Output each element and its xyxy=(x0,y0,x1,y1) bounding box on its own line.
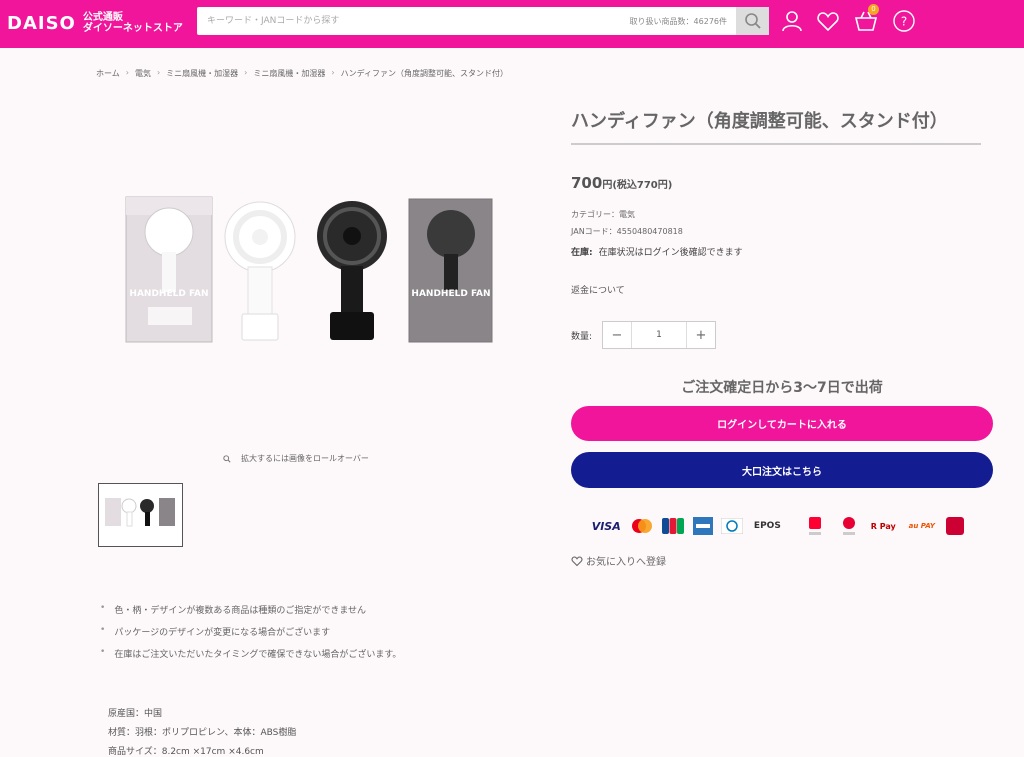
note-item: • パッケージのデザインが変更になる場合がございます xyxy=(100,625,401,647)
gray-box-label: HANDHELD FAN xyxy=(411,289,490,299)
black-fan xyxy=(317,201,387,340)
account-button[interactable] xyxy=(779,8,805,34)
quantity-decrease-button[interactable]: − xyxy=(603,322,631,348)
white-box-label: HANDHELD FAN xyxy=(129,289,208,299)
search-input[interactable] xyxy=(197,7,617,35)
price-value: 700 xyxy=(571,174,603,192)
visa-icon: VISA xyxy=(591,515,621,537)
breadcrumb-item[interactable]: ミニ扇風機・加湿器 xyxy=(166,68,238,79)
user-icon xyxy=(782,11,802,32)
breadcrumb-separator: › xyxy=(244,68,248,77)
breadcrumb-separator: › xyxy=(125,68,129,77)
quantity-increase-button[interactable]: + xyxy=(687,322,715,348)
search-bar: 取り扱い商品数：46276件 xyxy=(197,7,769,35)
note-item: • 色・柄・デザインが複数ある商品は種類のご指定ができません xyxy=(100,603,401,625)
search-product-count: 取り扱い商品数：46276件 xyxy=(629,17,727,26)
product-photo: HANDHELD FAN HANDHELD FAN xyxy=(125,196,493,343)
epos-label: EPOS xyxy=(753,521,781,531)
note-text: 在庫はご注文いただいたタイミングで確保できない場合がございます。 xyxy=(114,650,402,660)
white-fan-box: HANDHELD FAN xyxy=(125,196,213,343)
bulk-order-button[interactable]: 大口注文はこちら xyxy=(571,452,993,488)
cart-count-badge: 0 xyxy=(868,4,879,15)
help-button[interactable]: ? xyxy=(891,8,917,34)
breadcrumb-item[interactable]: ホーム xyxy=(96,68,120,79)
visa-label: VISA xyxy=(591,519,621,533)
zoom-hint: 拡大するには画像をロールオーバー xyxy=(223,453,369,464)
heart-icon xyxy=(817,12,839,32)
login-add-to-cart-button[interactable]: ログインしてカートに入れる xyxy=(571,406,993,441)
magnifier-icon xyxy=(223,454,231,463)
logo-line-1: 公式通販 xyxy=(82,12,123,23)
quantity-label: 数量: xyxy=(571,332,593,342)
spec-size: 商品サイズ：8.2cm ×17cm ×4.6cm xyxy=(108,747,264,757)
breadcrumb-item[interactable]: 電気 xyxy=(135,68,151,79)
title-divider xyxy=(571,143,981,145)
black-fan-box: HANDHELD FAN xyxy=(408,198,493,343)
breadcrumb-current: ハンディファン（角度調整可能、スタンド付） xyxy=(340,69,509,78)
quantity-input[interactable]: 1 xyxy=(631,322,687,348)
au-pay-icon: au PAY xyxy=(906,515,938,537)
note-text: 色・柄・デザインが複数ある商品は種類のご指定ができません xyxy=(114,606,367,616)
cart-button[interactable]: 0 xyxy=(853,4,879,34)
product-image[interactable]: HANDHELD FAN HANDHELD FAN xyxy=(96,112,520,436)
spec-material: 材質：羽根：ポリプロピレン、本体：ABS樹脂 xyxy=(108,728,297,738)
help-icon: ? xyxy=(893,10,915,32)
stock-status: 在庫: 在庫状況はログイン後確認できます xyxy=(571,245,743,258)
search-button[interactable] xyxy=(736,7,769,35)
favorites-button[interactable] xyxy=(815,8,841,34)
product-notes: • 色・柄・デザインが複数ある商品は種類のご指定ができません • パッケージのデザイ… xyxy=(100,603,401,669)
thumbnail-image xyxy=(105,498,175,527)
white-fan xyxy=(224,201,296,341)
favorites-label: お気に入りへ登録 xyxy=(586,557,666,568)
price-unit: 円 xyxy=(602,180,613,191)
logo-subtitle: 公式通販 ダイソーネットストア xyxy=(83,12,183,34)
search-icon xyxy=(744,13,761,29)
breadcrumb: ホーム › 電気 › ミニ扇風機・加湿器 › ミニ扇風機・加湿器 › ハンディファン（角… xyxy=(96,68,508,79)
diners-icon xyxy=(721,515,744,537)
logo-line-2: ダイソーネットストア xyxy=(82,23,183,34)
aupay-label: au PAY xyxy=(908,522,935,530)
logo-mark: DAISO xyxy=(7,12,76,34)
d-barai-icon xyxy=(946,515,965,537)
breadcrumb-item[interactable]: ミニ扇風機・加湿器 xyxy=(253,68,325,79)
stock-label: 在庫: xyxy=(571,248,593,258)
product-category: カテゴリー：電気 xyxy=(571,210,635,219)
price-tax-included: (税込770円) xyxy=(612,180,673,191)
breadcrumb-separator: › xyxy=(331,68,335,77)
product-title: ハンディファン（角度調整可能、スタンド付） xyxy=(571,111,948,132)
epos-icon: EPOS xyxy=(751,515,783,537)
mastercard-icon xyxy=(629,515,654,537)
product-specs: 原産国：中国 材質：羽根：ポリプロピレン、本体：ABS樹脂 商品サイズ：8.2c… xyxy=(108,706,296,757)
site-logo[interactable]: DAISO 公式通販 ダイソーネットストア xyxy=(7,11,183,35)
heart-outline-icon xyxy=(571,555,583,566)
product-jan-code: JANコード：4550480470818 xyxy=(571,227,683,236)
product-price: 700円(税込770円) xyxy=(571,173,672,192)
shipping-estimate: ご注文確定日から3〜7日で出荷 xyxy=(681,380,883,396)
payment-methods: VISA EPOS R Pay au PAY xyxy=(591,514,973,538)
note-text: パッケージのデザインが変更になる場合がございます xyxy=(114,628,331,638)
rpay-label: R Pay xyxy=(870,521,896,531)
stock-value: 在庫状況はログイン後確認できます xyxy=(598,248,743,258)
product-thumbnail[interactable] xyxy=(98,483,183,547)
jcb-icon xyxy=(662,515,685,537)
dpay-icon xyxy=(836,515,861,537)
spec-origin: 原産国：中国 xyxy=(108,709,163,719)
amex-icon xyxy=(692,515,713,537)
refund-link[interactable]: 返金について xyxy=(571,283,625,296)
zoom-hint-text: 拡大するには画像をロールオーバー xyxy=(241,454,369,463)
breadcrumb-separator: › xyxy=(156,68,161,77)
note-item: • 在庫はご注文いただいたタイミングで確保できない場合がございます。 xyxy=(100,647,401,669)
paypay-icon xyxy=(802,515,829,537)
site-header: DAISO 公式通販 ダイソーネットストア 取り扱い商品数：46276件 0 ? xyxy=(0,0,1024,48)
quantity-stepper: − 1 + xyxy=(602,321,716,349)
add-to-favorites-link[interactable]: お気に入りへ登録 xyxy=(571,553,666,568)
svg-text:?: ? xyxy=(901,15,907,29)
rakuten-pay-icon: R Pay xyxy=(869,515,898,537)
